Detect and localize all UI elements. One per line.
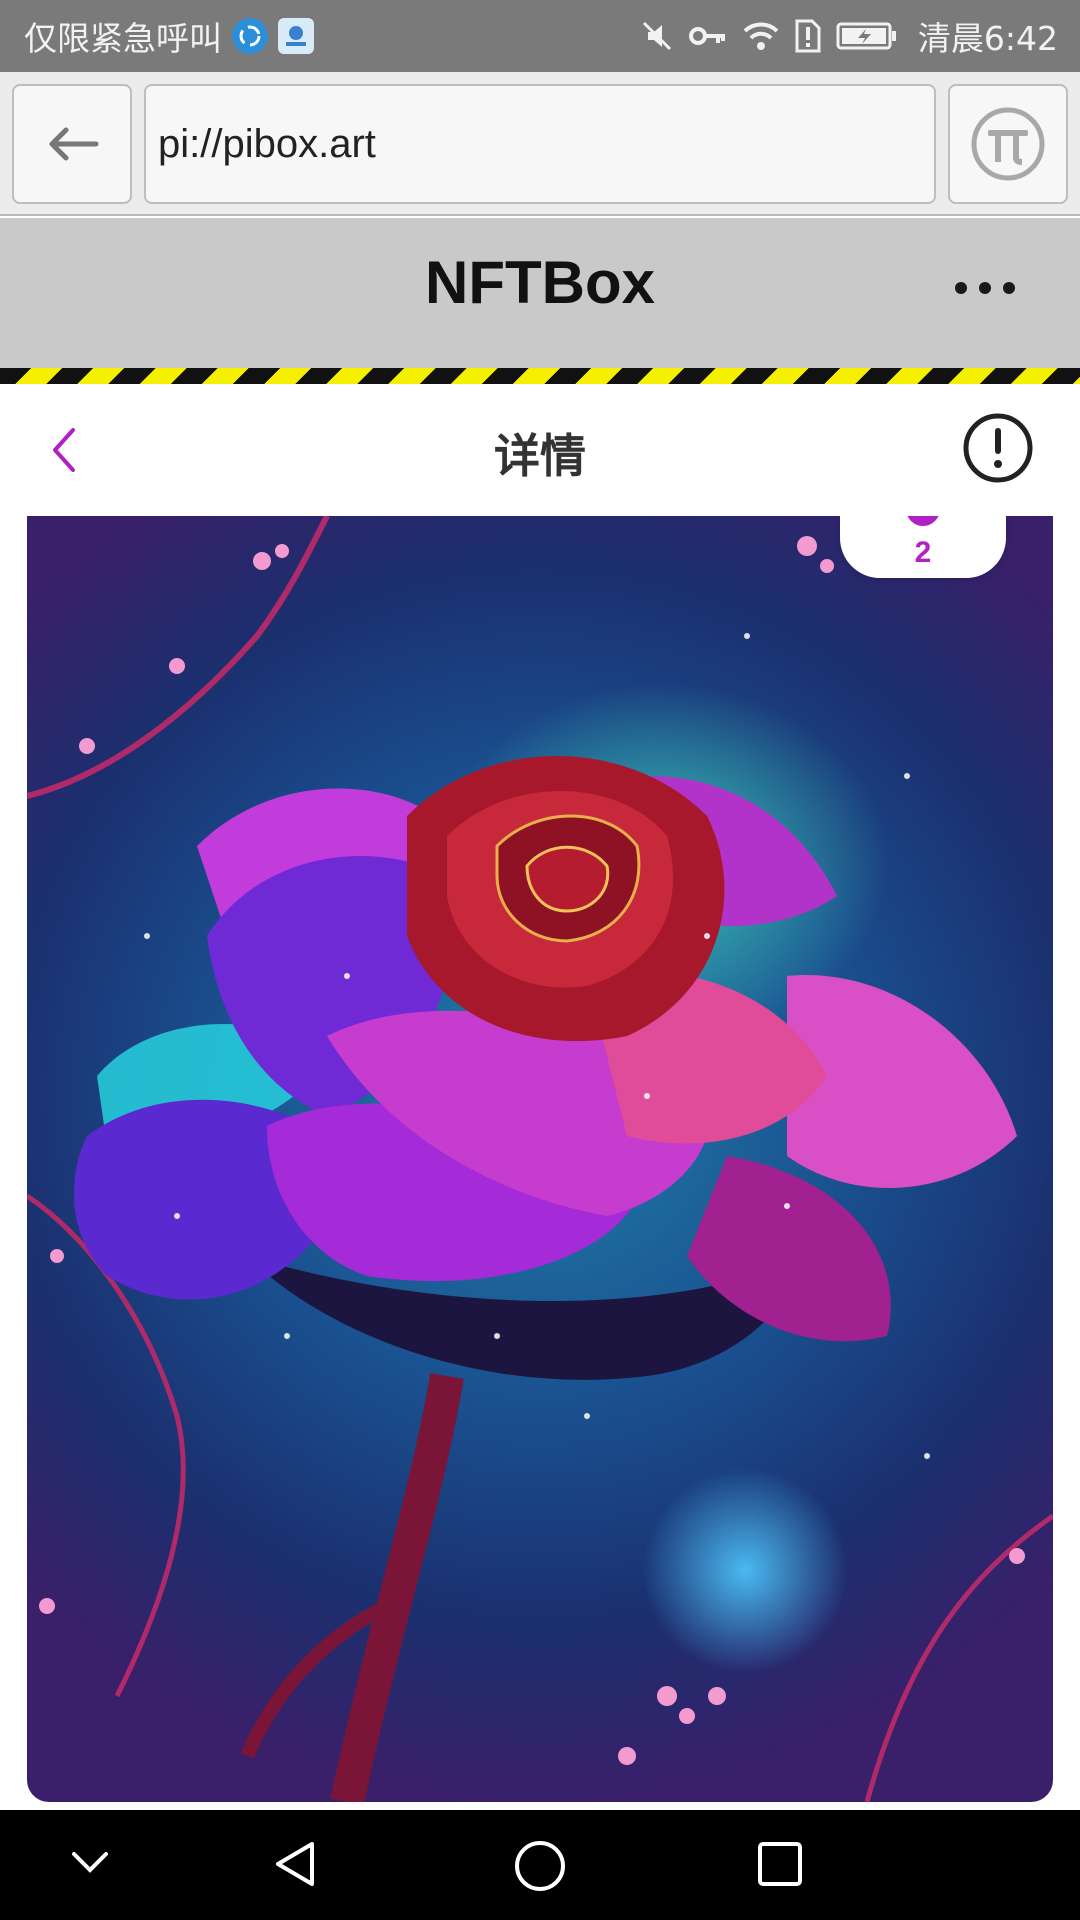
exclamation-circle-icon bbox=[963, 413, 1033, 483]
recents-square-icon[interactable] bbox=[754, 1838, 806, 1890]
rank-number: 2 bbox=[914, 536, 932, 569]
back-triangle-icon[interactable] bbox=[270, 1838, 322, 1890]
rank-badge-cap bbox=[906, 516, 940, 526]
chevron-down-icon[interactable] bbox=[66, 1838, 114, 1886]
system-navigation-bar bbox=[0, 1810, 1080, 1920]
hazard-stripe bbox=[0, 368, 1080, 384]
url-text: pi://pibox.art bbox=[158, 121, 376, 166]
carrier-text: 仅限紧急呼叫 bbox=[24, 19, 222, 58]
nft-artwork-image[interactable]: 2 bbox=[27, 516, 1053, 1802]
rank-badge: 2 bbox=[840, 516, 1006, 578]
browser-toolbar: pi://pibox.art bbox=[0, 72, 1080, 216]
wifi-icon bbox=[742, 19, 780, 53]
status-right: 清晨6:42 bbox=[640, 12, 1058, 60]
key-icon bbox=[688, 19, 728, 53]
page-nav: 详情 bbox=[0, 384, 1080, 516]
arrow-left-icon bbox=[49, 127, 99, 161]
status-bar: 仅限紧急呼叫 清晨6:42 bbox=[0, 0, 1080, 72]
app-header: NFTBox bbox=[0, 218, 1080, 368]
browser-back-button[interactable] bbox=[12, 84, 132, 204]
app-badge-icon bbox=[278, 18, 314, 54]
info-button[interactable] bbox=[962, 412, 1034, 484]
url-field[interactable]: pi://pibox.art bbox=[144, 84, 936, 204]
battery-charging-icon bbox=[836, 19, 898, 53]
home-circle-icon[interactable] bbox=[512, 1838, 568, 1894]
app-swirl-icon bbox=[232, 18, 268, 54]
pi-browser-button[interactable] bbox=[948, 84, 1068, 204]
mute-icon bbox=[640, 19, 674, 53]
page-title: 详情 bbox=[494, 429, 586, 483]
clock: 清晨6:42 bbox=[917, 19, 1058, 58]
status-left: 仅限紧急呼叫 bbox=[24, 12, 314, 60]
pi-logo-icon bbox=[971, 107, 1045, 181]
more-dots-icon[interactable] bbox=[955, 273, 1015, 303]
app-title: NFTBox bbox=[425, 249, 655, 316]
sim-alert-icon bbox=[794, 18, 822, 54]
rose-illustration bbox=[27, 516, 1053, 1802]
